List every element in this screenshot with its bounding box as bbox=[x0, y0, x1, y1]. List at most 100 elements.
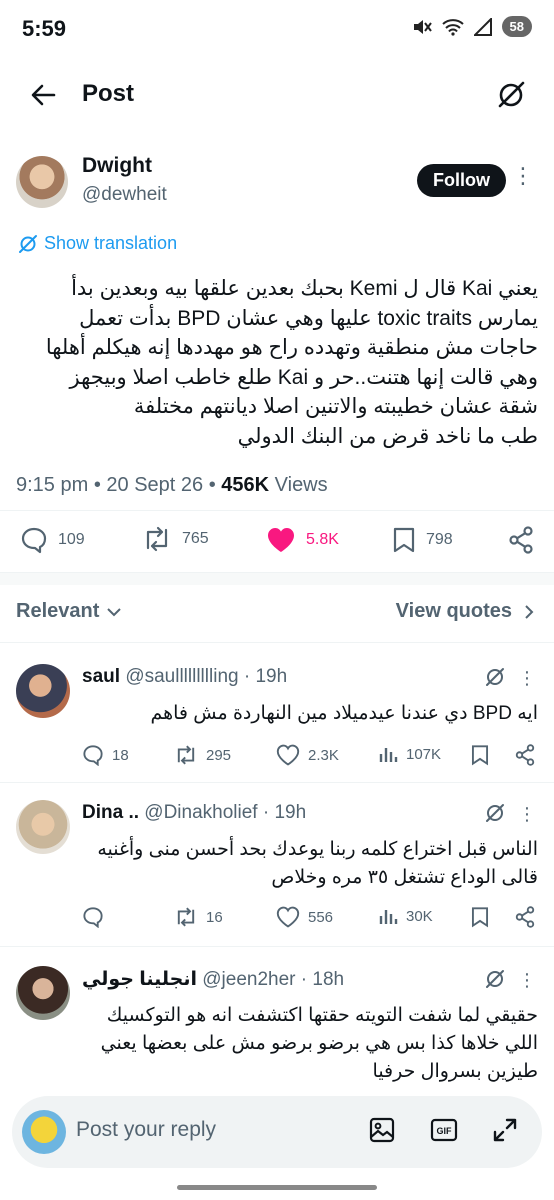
battery-indicator: 58 bbox=[501, 16, 532, 37]
reply-button[interactable] bbox=[82, 906, 104, 928]
grok-icon[interactable] bbox=[484, 802, 506, 824]
avatar[interactable] bbox=[16, 664, 70, 718]
reply-header: انجلينا جولي @jeen2her · 18h bbox=[82, 969, 345, 990]
reply-actions: 18 295 2.3K 107K bbox=[82, 744, 538, 774]
show-translation-label: Show translation bbox=[44, 233, 178, 253]
bookmark-icon bbox=[393, 527, 415, 553]
views-button[interactable]: 107K bbox=[378, 744, 441, 764]
avatar[interactable] bbox=[16, 800, 70, 854]
reply-item[interactable]: Dina .. @Dinakholief · 19h ⋮ الناس قبل ا… bbox=[0, 800, 554, 940]
avatar bbox=[22, 1110, 66, 1154]
reply-text: الناس قبل اختراع كلمه ربنا يوعدك بحد أحس… bbox=[97, 839, 538, 888]
repost-button[interactable]: 295 bbox=[174, 744, 231, 766]
view-quotes-label: View quotes bbox=[395, 600, 512, 622]
back-arrow-icon[interactable] bbox=[30, 82, 56, 108]
gif-icon[interactable]: GIF bbox=[430, 1117, 458, 1143]
like-count: 556 bbox=[308, 908, 334, 926]
divider bbox=[0, 510, 554, 511]
reply-time: 19h bbox=[274, 802, 307, 823]
sort-dropdown[interactable]: Relevant bbox=[16, 600, 122, 623]
signal-icon bbox=[473, 17, 492, 36]
repost-icon bbox=[177, 907, 195, 927]
grok-icon[interactable] bbox=[484, 968, 506, 990]
divider bbox=[0, 782, 554, 783]
mute-icon bbox=[413, 19, 432, 34]
reply-time: 18h bbox=[312, 969, 345, 990]
views-label: Views bbox=[274, 474, 328, 496]
like-button[interactable]: 5.8K bbox=[266, 526, 339, 554]
sort-label: Relevant bbox=[16, 600, 100, 622]
divider bbox=[0, 946, 554, 947]
grok-translate-icon bbox=[19, 234, 37, 253]
reply-input[interactable]: Post your reply bbox=[76, 1118, 216, 1142]
svg-text:GIF: GIF bbox=[437, 1126, 453, 1136]
bookmark-icon[interactable] bbox=[470, 744, 490, 766]
reply-icon bbox=[21, 527, 47, 554]
more-options-icon[interactable]: ⋮ bbox=[518, 804, 536, 825]
reply-item[interactable]: انجلينا جولي @jeen2her · 18h ⋮ حقيقي لما… bbox=[0, 966, 554, 1096]
home-indicator bbox=[177, 1185, 377, 1190]
bookmark-icon[interactable] bbox=[470, 906, 490, 928]
views-count: 30K bbox=[406, 907, 433, 925]
reply-time: 19h bbox=[255, 666, 288, 687]
repost-icon bbox=[177, 745, 195, 765]
reply-text: ايه BPD دي عندنا عيدميلاد مين النهاردة م… bbox=[150, 703, 538, 724]
author-handle[interactable]: @dewheit bbox=[82, 184, 167, 206]
reply-author-handle[interactable]: @Dinakholief bbox=[144, 802, 257, 823]
image-icon[interactable] bbox=[368, 1116, 396, 1144]
reply-actions: 16 556 30K bbox=[82, 906, 538, 936]
views-chart-icon bbox=[379, 748, 398, 762]
post-body: يعني Kai قال ل Kemi بحبك بعدين علقها بيه… bbox=[45, 277, 538, 448]
grok-icon[interactable] bbox=[496, 80, 526, 110]
heart-icon bbox=[276, 906, 300, 928]
reply-author-handle[interactable]: @jeen2her bbox=[202, 969, 295, 990]
share-icon[interactable] bbox=[514, 744, 536, 766]
reply-text: حقيقي لما شفت التويته حقتها اكتشفت انه ه… bbox=[100, 1005, 538, 1082]
more-options-icon[interactable]: ⋮ bbox=[518, 668, 536, 689]
reply-count: 109 bbox=[58, 531, 85, 548]
top-bar: Post bbox=[0, 70, 554, 122]
divider bbox=[0, 642, 554, 643]
status-icons: 58 bbox=[412, 16, 532, 37]
view-quotes-link[interactable]: View quotes bbox=[396, 600, 534, 623]
repost-count: 765 bbox=[182, 530, 209, 547]
views-button[interactable]: 30K bbox=[378, 906, 433, 926]
reply-button[interactable]: 109 bbox=[20, 526, 85, 554]
like-button[interactable]: 2.3K bbox=[276, 744, 339, 766]
like-count: 5.8K bbox=[306, 531, 339, 548]
avatar[interactable] bbox=[16, 966, 70, 1020]
share-button[interactable] bbox=[508, 526, 534, 554]
avatar[interactable] bbox=[16, 156, 68, 208]
repost-count: 16 bbox=[206, 908, 223, 926]
reply-item[interactable]: saul @saullllllllling · 19h ⋮ ايه BPD دي… bbox=[0, 664, 554, 784]
more-options-icon[interactable]: ⋮ bbox=[512, 165, 534, 187]
reply-author-handle[interactable]: @saullllllllling bbox=[125, 666, 238, 687]
reply-author-name[interactable]: Dina .. bbox=[82, 802, 139, 823]
show-translation-link[interactable]: Show translation bbox=[18, 233, 177, 254]
repost-button[interactable]: 765 bbox=[142, 526, 209, 552]
like-count: 2.3K bbox=[308, 746, 339, 764]
bookmark-button[interactable]: 798 bbox=[392, 526, 453, 554]
reply-author-name[interactable]: انجلينا جولي bbox=[82, 969, 197, 990]
post-date: 20 Sept 26 bbox=[106, 474, 204, 496]
views-count: 107K bbox=[406, 745, 442, 763]
bookmark-count: 798 bbox=[426, 531, 453, 548]
share-icon[interactable] bbox=[514, 906, 536, 928]
expand-icon[interactable] bbox=[492, 1117, 518, 1143]
page-title: Post bbox=[82, 80, 135, 107]
more-options-icon[interactable]: ⋮ bbox=[518, 970, 536, 991]
reply-button[interactable]: 18 bbox=[82, 744, 129, 766]
grok-icon[interactable] bbox=[484, 666, 506, 688]
reply-header: Dina .. @Dinakholief · 19h bbox=[82, 802, 307, 823]
post-author: Dwight @dewheit Follow ⋮ bbox=[16, 152, 538, 212]
chevron-down-icon bbox=[107, 607, 122, 616]
status-time: 5:59 bbox=[22, 16, 67, 41]
repost-button[interactable]: 16 bbox=[174, 906, 223, 928]
reply-composer[interactable]: Post your reply GIF bbox=[12, 1096, 542, 1168]
follow-button[interactable]: Follow bbox=[417, 164, 506, 197]
section-divider bbox=[0, 572, 554, 585]
like-button[interactable]: 556 bbox=[276, 906, 333, 928]
author-name[interactable]: Dwight bbox=[82, 154, 152, 178]
reply-author-name[interactable]: saul bbox=[82, 666, 120, 687]
heart-icon bbox=[276, 744, 300, 766]
